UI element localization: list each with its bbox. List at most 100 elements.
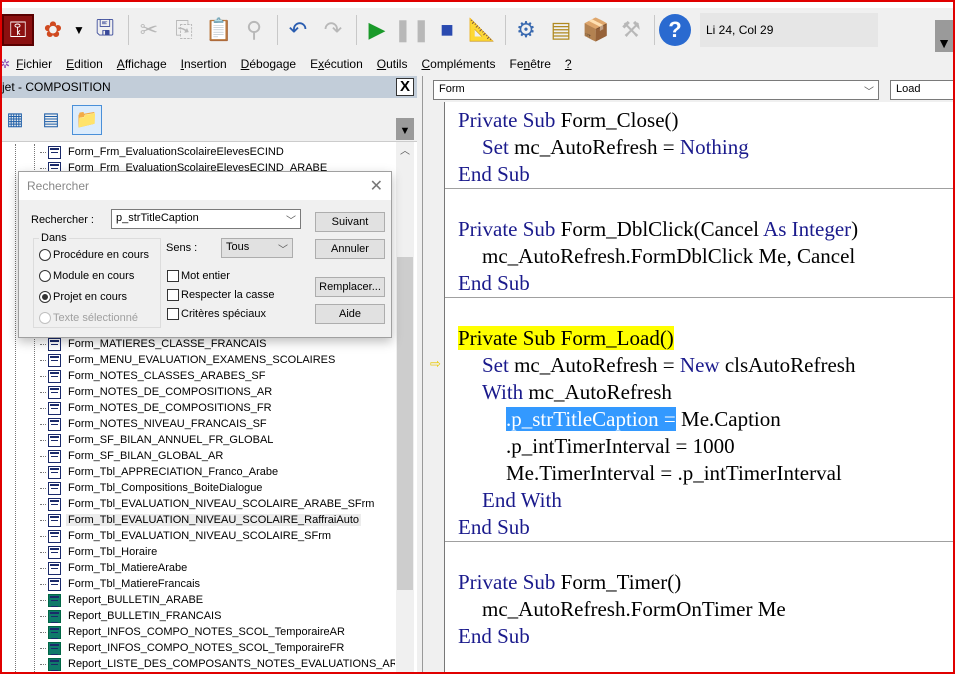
code-editor[interactable]: Private Sub Form_Close() Set mc_AutoRefre…	[445, 107, 955, 650]
find-icon[interactable]: ⚲	[238, 14, 270, 46]
code-line[interactable]: Set mc_AutoRefresh = New clsAutoRefresh	[445, 352, 955, 379]
menu-help[interactable]: ?	[565, 57, 572, 71]
scope-radio[interactable]: Texte sélectionné	[39, 312, 138, 324]
scope-radio[interactable]: Module en cours	[39, 270, 134, 282]
tree-item[interactable]: Form_NOTES_CLASSES_ARABES_SF	[40, 368, 267, 384]
tree-item[interactable]: Form_NOTES_DE_COMPOSITIONS_FR	[40, 400, 274, 416]
option-checkbox[interactable]: Mot entier	[167, 270, 230, 282]
chevron-down-icon[interactable]: ﹀	[864, 83, 874, 98]
code-line[interactable]: Private Sub Form_Timer()	[445, 569, 955, 596]
radio-button[interactable]	[39, 291, 51, 303]
option-checkbox[interactable]: Respecter la casse	[167, 289, 275, 301]
tree-item[interactable]: Form_Tbl_EVALUATION_NIVEAU_SCOLAIRE_SFrm	[40, 528, 333, 544]
code-line[interactable]: Set mc_AutoRefresh = Nothing	[445, 134, 955, 161]
paste-icon[interactable]: 📋	[203, 14, 235, 46]
toggle-folders-icon[interactable]: 📁	[72, 104, 102, 135]
tree-item[interactable]: Form_MATIERES_CLASSE_FRANCAIS	[40, 336, 268, 352]
code-line[interactable]: End Sub	[445, 623, 955, 650]
radio-button[interactable]	[39, 249, 51, 261]
radio-button[interactable]	[39, 312, 51, 324]
tree-item[interactable]: Form_Tbl_Compositions_BoiteDialogue	[40, 480, 264, 496]
code-line[interactable]: mc_AutoRefresh.FormDblClick Me, Cancel	[445, 243, 955, 270]
menu-affichage[interactable]: Affichage	[117, 57, 167, 71]
chevron-down-icon[interactable]: ﹀	[278, 241, 288, 256]
code-line[interactable]: End Sub	[445, 270, 955, 297]
tree-item[interactable]: Form_Tbl_EVALUATION_NIVEAU_SCOLAIRE_ARAB…	[40, 496, 376, 512]
menu-edition[interactable]: Edition	[66, 57, 103, 71]
next-button[interactable]: Suivant	[315, 212, 385, 232]
tree-item[interactable]: Form_NOTES_NIVEAU_FRANCAIS_SF	[40, 416, 269, 432]
menu-outils[interactable]: Outils	[377, 57, 408, 71]
cancel-button[interactable]: Annuler	[315, 239, 385, 259]
menu-fenêtre[interactable]: Fenêtre	[510, 57, 551, 71]
tree-item[interactable]: Form_Tbl_APPRECIATION_Franco_Arabe	[40, 464, 280, 480]
design-mode-icon[interactable]: 📐	[466, 14, 498, 46]
tree-item[interactable]: Form_SF_BILAN_ANNUEL_FR_GLOBAL	[40, 432, 275, 448]
help-icon[interactable]: ?	[659, 14, 691, 46]
checkbox[interactable]	[167, 308, 179, 320]
code-line[interactable]: With mc_AutoRefresh	[445, 379, 955, 406]
toolbox-icon[interactable]: ⚒	[615, 14, 647, 46]
radio-button[interactable]	[39, 270, 51, 282]
undo-icon[interactable]: ↶	[282, 14, 314, 46]
tree-item[interactable]: Form_Tbl_MatiereFrancais	[40, 576, 202, 592]
replace-button[interactable]: Remplacer...	[315, 277, 385, 297]
margin-indicator-bar[interactable]: ⇨	[423, 102, 445, 674]
scroll-up-icon[interactable]: ︿	[396, 142, 414, 157]
tree-item[interactable]: Form_SF_BILAN_GLOBAL_AR	[40, 448, 225, 464]
close-dialog-icon[interactable]: ✕	[370, 176, 383, 196]
code-line[interactable]: Private Sub Form_DblClick(Cancel As Inte…	[445, 216, 955, 243]
object-browser-icon[interactable]: 📦	[580, 14, 612, 46]
checkbox[interactable]	[167, 270, 179, 282]
tree-item[interactable]: Report_INFOS_COMPO_NOTES_SCOL_Temporaire…	[40, 624, 347, 640]
code-line[interactable]: Me.TimerInterval = .p_intTimerInterval	[445, 460, 955, 487]
project-toolbar-more-icon[interactable]: ▼	[396, 118, 414, 140]
scope-radio[interactable]: Procédure en cours	[39, 249, 149, 261]
properties-icon[interactable]: ▤	[545, 14, 577, 46]
tree-item[interactable]: Report_BULLETIN_ARABE	[40, 592, 205, 608]
save-icon[interactable]: 🖫	[89, 14, 121, 46]
code-line[interactable]: Private Sub Form_Load()	[445, 325, 955, 352]
close-project-button[interactable]: X	[396, 78, 414, 96]
tree-item[interactable]: Report_LISTE_DES_COMPOSANTS_NOTES_EVALUA…	[40, 656, 395, 672]
direction-select[interactable]: Tous ﹀	[221, 238, 293, 258]
option-checkbox[interactable]: Critères spéciaux	[167, 308, 266, 320]
code-line[interactable]: End Sub	[445, 161, 955, 188]
project-explorer-icon[interactable]: ⚙	[510, 14, 542, 46]
tree-item[interactable]: Form_Tbl_EVALUATION_NIVEAU_SCOLAIRE_Raff…	[40, 512, 361, 528]
tree-item[interactable]: Report_BULLETIN_FRANCAIS	[40, 608, 223, 624]
find-input[interactable]: p_strTitleCaption ﹀	[111, 209, 301, 229]
run-icon[interactable]: ▶	[361, 14, 393, 46]
code-line[interactable]: Private Sub Form_Close()	[445, 107, 955, 134]
menu-exécution[interactable]: Exécution	[310, 57, 363, 71]
tree-item[interactable]: Form_MENU_EVALUATION_EXAMENS_SCOLAIRES	[40, 352, 337, 368]
redo-icon[interactable]: ↷	[317, 14, 349, 46]
cut-icon[interactable]: ✂	[133, 14, 165, 46]
code-line[interactable]: .p_strTitleCaption = Me.Caption	[445, 406, 955, 433]
project-scrollbar[interactable]: ︿	[396, 142, 414, 674]
menu-insertion[interactable]: Insertion	[181, 57, 227, 71]
chevron-down-icon[interactable]: ﹀	[286, 212, 296, 227]
view-code-icon[interactable]: ▦	[0, 105, 30, 135]
tree-item[interactable]: Form_NOTES_DE_COMPOSITIONS_AR	[40, 384, 274, 400]
procedure-combo[interactable]: Load	[890, 80, 955, 100]
tree-item[interactable]: Form_Tbl_MatiereArabe	[40, 560, 189, 576]
tree-item[interactable]: Form_Tbl_Horaire	[40, 544, 159, 560]
view-object-icon[interactable]: ▤	[36, 105, 66, 135]
pause-icon[interactable]: ❚❚	[394, 14, 431, 46]
code-line[interactable]: End With	[445, 487, 955, 514]
scrollbar-thumb[interactable]	[397, 257, 413, 590]
copy-icon[interactable]: ⎘	[168, 14, 200, 46]
tree-item[interactable]: Form_Frm_EvaluationScolaireElevesECIND	[40, 144, 286, 160]
code-line[interactable]: mc_AutoRefresh.FormOnTimer Me	[445, 596, 955, 623]
menu-débogage[interactable]: Débogage	[241, 57, 296, 71]
menu-fichier[interactable]: Fichier	[16, 57, 52, 71]
menu-compléments[interactable]: Compléments	[421, 57, 495, 71]
scope-radio[interactable]: Projet en cours	[39, 291, 127, 303]
reset-icon[interactable]: ■	[431, 14, 463, 46]
help-button[interactable]: Aide	[315, 304, 385, 324]
object-combo[interactable]: Form ﹀	[433, 80, 879, 100]
code-line[interactable]: .p_intTimerInterval = 1000	[445, 433, 955, 460]
checkbox[interactable]	[167, 289, 179, 301]
access-key-icon[interactable]: ⚿	[2, 14, 34, 46]
